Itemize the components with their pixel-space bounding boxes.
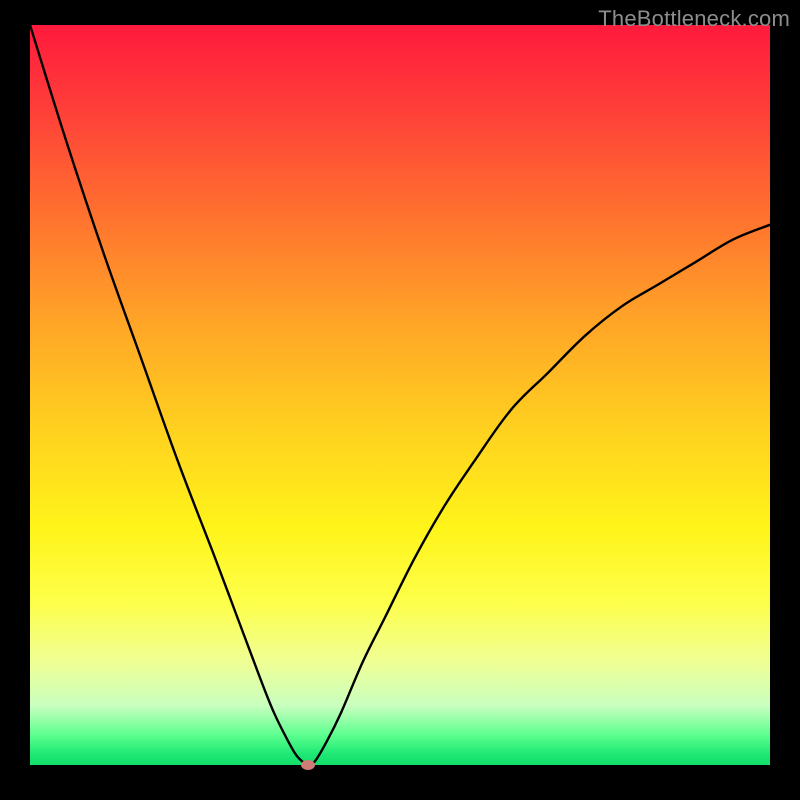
bottleneck-curve	[30, 25, 770, 765]
optimal-point-marker	[301, 760, 315, 770]
plot-area	[30, 25, 770, 765]
chart-frame: TheBottleneck.com	[0, 0, 800, 800]
watermark: TheBottleneck.com	[598, 6, 790, 32]
